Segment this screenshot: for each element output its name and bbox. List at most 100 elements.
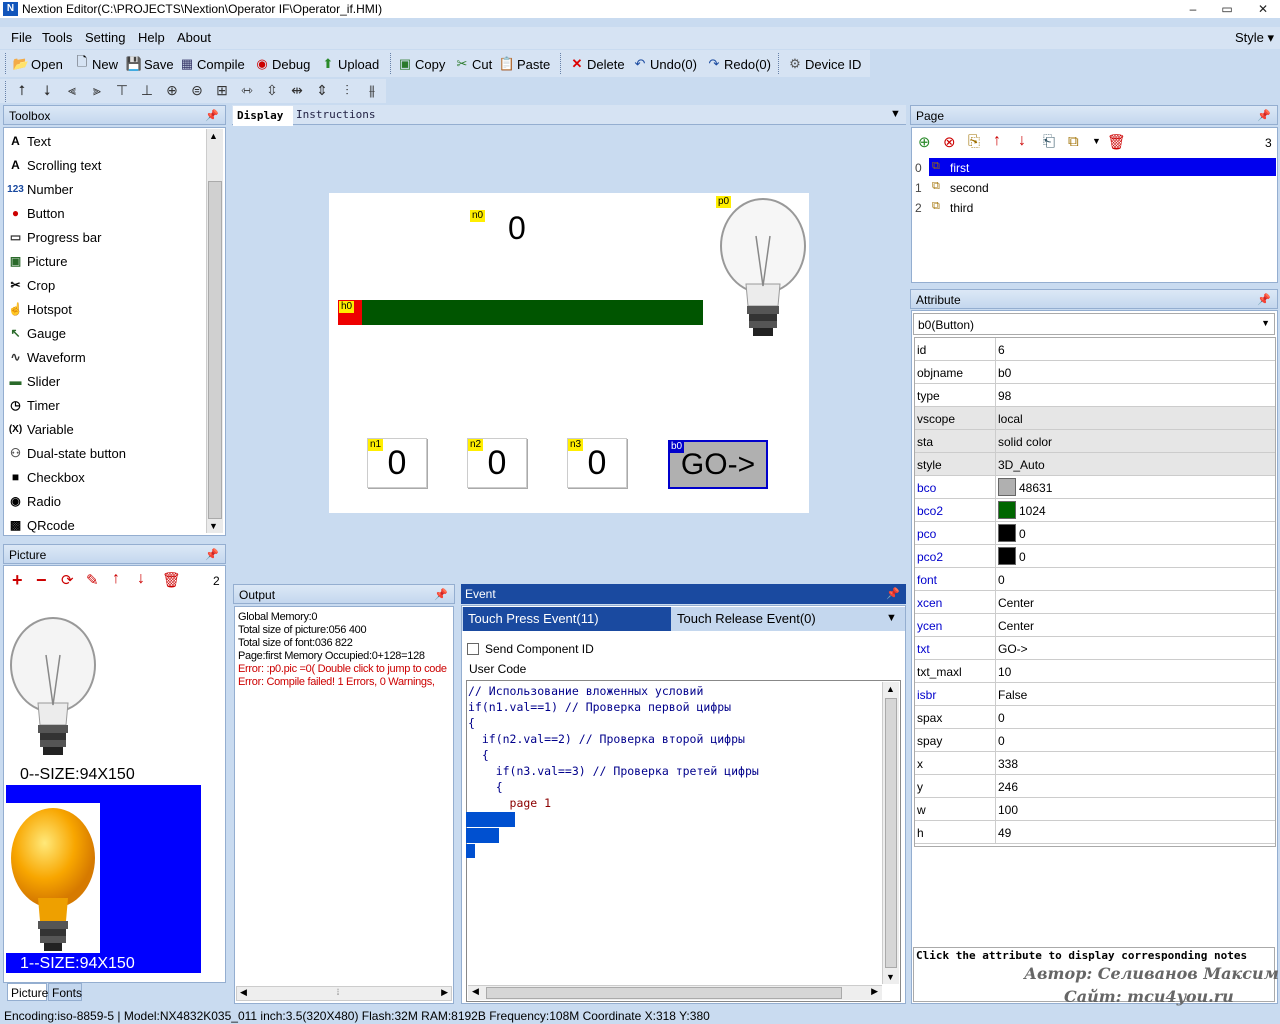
attribute-row-ycen[interactable]: ycen Center: [915, 614, 1275, 637]
compile-button[interactable]: ▦ Compile: [179, 55, 245, 73]
attribute-row-x[interactable]: x 338: [915, 752, 1275, 775]
attribute-value[interactable]: Center: [998, 596, 1034, 610]
attribute-row-w[interactable]: w 100: [915, 798, 1275, 821]
toolbox-item-text[interactable]: A Text: [8, 130, 51, 152]
toolbox-item-dual-state-button[interactable]: ⚇ Dual-state button: [8, 442, 126, 464]
attribute-value[interactable]: 0: [1019, 527, 1026, 541]
scroll-thumb[interactable]: [208, 181, 222, 519]
p0-bulb-picture[interactable]: [716, 194, 810, 344]
attribute-row-font[interactable]: font 0: [915, 568, 1275, 591]
attribute-value[interactable]: 3D_Auto: [998, 458, 1045, 472]
pin-icon[interactable]: 📌: [205, 548, 219, 561]
maximize-button[interactable]: ▭: [1210, 0, 1244, 18]
move-page-down-icon[interactable]: ↓: [1018, 132, 1026, 150]
align-bottom-icon[interactable]: ⊥: [137, 81, 157, 99]
attribute-value[interactable]: 0: [998, 573, 1005, 587]
tab-touch-release[interactable]: Touch Release Event(0): [677, 611, 816, 626]
attribute-value[interactable]: 48631: [1019, 481, 1052, 495]
n0-number[interactable]: 0: [508, 210, 526, 247]
menu-about[interactable]: About: [177, 30, 211, 45]
attribute-row-y[interactable]: y 246: [915, 775, 1275, 798]
code-line[interactable]: {: [468, 779, 759, 795]
align-right-icon[interactable]: ⫸: [87, 81, 107, 99]
upload-button[interactable]: ⬆ Upload: [320, 55, 380, 73]
color-swatch[interactable]: [998, 547, 1016, 565]
attribute-value[interactable]: b0: [998, 366, 1011, 380]
send-backward-icon[interactable]: ⭣: [37, 81, 57, 99]
scroll-up-icon[interactable]: ▲: [886, 684, 895, 694]
attribute-value[interactable]: 338: [998, 757, 1018, 771]
tab-touch-press[interactable]: Touch Press Event(11): [463, 607, 671, 631]
color-swatch[interactable]: [998, 524, 1016, 542]
page-item-first[interactable]: first: [950, 161, 969, 175]
cut-button[interactable]: ✂ Cut: [454, 55, 493, 73]
pin-icon[interactable]: 📌: [205, 109, 219, 122]
edit-picture-icon[interactable]: ✎: [86, 571, 99, 589]
attribute-value[interactable]: GO->: [998, 642, 1028, 656]
align-top-icon[interactable]: ⊤: [112, 81, 132, 99]
scroll-down-icon[interactable]: ▼: [209, 521, 218, 531]
insert-page-icon[interactable]: ⎘: [968, 133, 980, 150]
delete-button[interactable]: ✕ Delete: [569, 55, 625, 73]
attribute-row-pco2[interactable]: pco2 0: [915, 545, 1275, 568]
code-line[interactable]: }: [468, 843, 759, 859]
attribute-value[interactable]: Center: [998, 619, 1034, 633]
move-up-icon[interactable]: ↑: [112, 570, 120, 588]
scroll-thumb[interactable]: [486, 987, 842, 999]
redo-button[interactable]: ↷ Redo(0): [706, 55, 771, 73]
bulb-on-image[interactable]: [6, 803, 100, 953]
toolbox-item-variable[interactable]: (X) Variable: [8, 418, 74, 440]
tab-display[interactable]: Display: [233, 106, 293, 126]
debug-button[interactable]: ◉ Debug: [254, 55, 310, 73]
move-page-up-icon[interactable]: ↑: [993, 132, 1001, 150]
replace-picture-icon[interactable]: ⟳: [61, 571, 74, 589]
center-v-icon[interactable]: ⫵: [362, 81, 382, 99]
attribute-value[interactable]: 10: [998, 665, 1011, 679]
attribute-value[interactable]: 98: [998, 389, 1011, 403]
attribute-row-txt_maxl[interactable]: txt_maxl 10: [915, 660, 1275, 683]
remove-picture-icon[interactable]: −: [36, 570, 47, 591]
same-size-icon[interactable]: ⊞: [212, 81, 232, 99]
scroll-thumb[interactable]: [885, 698, 897, 968]
toolbox-item-button[interactable]: ● Button: [8, 202, 65, 224]
code-line[interactable]: {: [468, 715, 759, 731]
import-dropdown-icon[interactable]: ▼: [1092, 136, 1101, 146]
delete-page-icon[interactable]: ⊗: [943, 133, 956, 151]
delete-all-pages-icon[interactable]: 🗑: [1107, 133, 1126, 151]
code-line[interactable]: {: [468, 747, 759, 763]
attribute-value[interactable]: 246: [998, 780, 1018, 794]
new-button[interactable]: 🗋 New: [74, 54, 118, 73]
color-swatch[interactable]: [998, 478, 1016, 496]
device-id-button[interactable]: ⚙ Device ID: [787, 55, 861, 73]
event-dropdown-icon[interactable]: ▼: [886, 612, 897, 624]
toolbox-item-scrolling-text[interactable]: A Scrolling text: [8, 154, 101, 176]
center-h-icon[interactable]: ⫶: [337, 81, 357, 99]
style-menu[interactable]: Style ▾: [1235, 30, 1274, 46]
toolbox-item-checkbox[interactable]: ■ Checkbox: [8, 466, 85, 488]
code-line[interactable]: if(n2.val==2) // Проверка второй цифры: [468, 731, 759, 747]
tab-instructions[interactable]: Instructions: [296, 108, 375, 121]
toolbox-item-timer[interactable]: ◷ Timer: [8, 394, 60, 416]
code-line[interactable]: }: [468, 827, 759, 843]
same-height-icon[interactable]: ⇳: [262, 81, 282, 99]
attribute-value[interactable]: 1024: [1019, 504, 1046, 518]
attribute-row-id[interactable]: id 6: [915, 338, 1275, 361]
attribute-row-txt[interactable]: txt GO->: [915, 637, 1275, 660]
toolbox-item-gauge[interactable]: ↖ Gauge: [8, 322, 66, 344]
copy-button[interactable]: ▣ Copy: [397, 55, 446, 73]
hspace-equal-icon[interactable]: ⇹: [287, 81, 307, 99]
attribute-value[interactable]: 6: [998, 343, 1005, 357]
code-hscrollbar[interactable]: ◀ ▶: [468, 985, 882, 1000]
paste-button[interactable]: 📋 Paste: [499, 55, 550, 73]
move-down-icon[interactable]: ↓: [137, 570, 145, 588]
output-hscrollbar[interactable]: ◀ ⦙ ▶: [236, 986, 452, 1001]
bring-forward-icon[interactable]: ⭡: [12, 81, 32, 99]
save-button[interactable]: 💾 Save: [126, 55, 174, 73]
toolbox-item-picture[interactable]: ▣ Picture: [8, 250, 68, 272]
attribute-row-xcen[interactable]: xcen Center: [915, 591, 1275, 614]
bulb-off-image[interactable]: [8, 615, 102, 765]
menu-setting[interactable]: Setting: [85, 30, 125, 45]
vspace-equal-icon[interactable]: ⇕: [312, 81, 332, 99]
align-hcenter-icon[interactable]: ⊕: [162, 81, 182, 99]
toolbox-item-waveform[interactable]: ∿ Waveform: [8, 346, 85, 368]
